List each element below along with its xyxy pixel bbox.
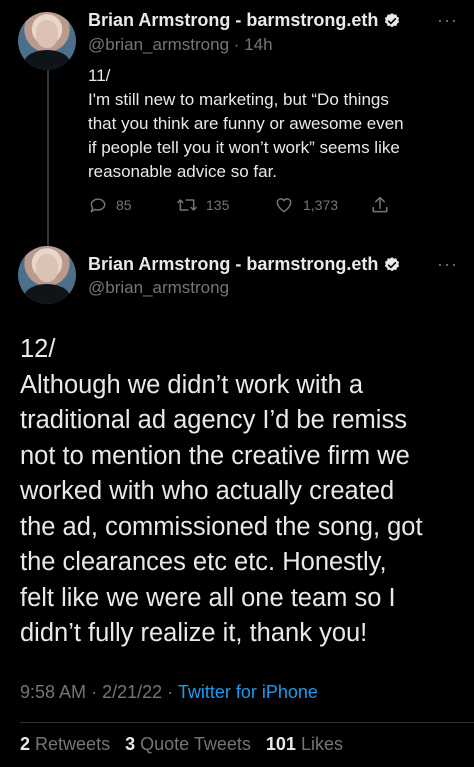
tweet-text-line: traditional ad agency I’d be remiss	[20, 406, 407, 434]
share-icon	[372, 196, 388, 213]
retweet-count: 135	[206, 197, 230, 213]
tweet-source-link[interactable]: Twitter for iPhone	[178, 682, 318, 702]
author-handle[interactable]: @brian_armstrong	[88, 278, 229, 297]
tweet-text-line: worked with who actually created	[20, 477, 395, 505]
retweet-button[interactable]: 135	[176, 195, 229, 215]
quote-tweets-count: 3	[125, 734, 136, 754]
reply-icon	[90, 198, 106, 213]
share-button[interactable]	[370, 194, 398, 216]
tweet-text-line: not to mention the creative firm we	[20, 441, 410, 470]
retweets-stat[interactable]: 2 Retweets	[20, 734, 110, 754]
likes-stat[interactable]: 101 Likes	[266, 734, 343, 754]
avatar-shirt	[24, 284, 70, 304]
tweet-text-line: I'm still new to marketing, but “Do thin…	[88, 90, 389, 109]
engagement-stats: 2 Retweets 3 Quote Tweets 101 Likes	[20, 734, 343, 755]
tweet-timestamp[interactable]: 14h	[244, 35, 272, 54]
heart-icon	[276, 198, 292, 213]
more-options-icon[interactable]: ···	[437, 10, 458, 31]
tweet-time[interactable]: 9:58 AM	[20, 682, 86, 702]
quote-tweets-stat[interactable]: 3 Quote Tweets	[125, 734, 251, 754]
reply-button[interactable]: 85	[88, 195, 132, 215]
divider	[20, 722, 474, 723]
author-handle[interactable]: @brian_armstrong	[88, 35, 229, 54]
verified-badge-icon	[383, 256, 401, 274]
tweet2-text: 12/ Although we didn’t work with a tradi…	[20, 332, 464, 652]
tweet-text-line: the clearances etc etc. Honestly,	[20, 548, 387, 576]
retweets-label: Retweets	[35, 734, 111, 754]
avatar-shirt	[24, 50, 70, 70]
tweet-text-line: 12/	[20, 335, 56, 363]
tweet-text-line: that you think are funny or awesome even	[88, 114, 404, 133]
retweet-icon	[177, 199, 197, 211]
tweet-text-line: 11/	[88, 66, 111, 85]
thread-connector-line	[47, 70, 49, 248]
avatar-head	[36, 20, 58, 48]
reply-count: 85	[116, 197, 132, 213]
like-count: 1,373	[303, 197, 339, 213]
author-display-name[interactable]: Brian Armstrong - barmstrong.eth	[88, 254, 378, 275]
tweet1-action-bar: 85 135 1,373	[88, 192, 398, 218]
retweets-count: 2	[20, 734, 31, 754]
tweet-text-line: didn’t fully realize it, thank you!	[20, 619, 368, 647]
separator-dot: ·	[167, 682, 174, 702]
tweet2-handle-row: @brian_armstrong	[88, 278, 229, 298]
quote-tweets-label: Quote Tweets	[140, 734, 251, 754]
tweet-text-line: the ad, commissioned the song, got	[20, 512, 423, 541]
verified-badge-icon	[383, 12, 401, 30]
author-display-name[interactable]: Brian Armstrong - barmstrong.eth	[88, 10, 378, 31]
separator-dot: ·	[91, 682, 98, 702]
tweet-text-line: reasonable advice so far.	[88, 162, 278, 181]
avatar[interactable]	[18, 246, 76, 304]
likes-label: Likes	[300, 734, 343, 754]
tweet1-author-row: Brian Armstrong - barmstrong.eth	[88, 10, 401, 31]
tweet-text-line: Although we didn’t work with a	[20, 370, 364, 399]
tweet2-author-row: Brian Armstrong - barmstrong.eth	[88, 254, 401, 275]
avatar[interactable]	[18, 12, 76, 70]
separator-dot: ·	[233, 35, 240, 54]
tweet-date[interactable]: 2/21/22	[102, 682, 162, 702]
likes-count: 101	[265, 734, 296, 754]
tweet1-text: 11/ I'm still new to marketing, but “Do …	[88, 64, 468, 184]
tweet1-handle-row: @brian_armstrong · 14h	[88, 35, 273, 55]
tweet-text-line: if people tell you it won’t work” seems …	[88, 138, 400, 157]
more-options-icon[interactable]: ···	[437, 254, 458, 275]
tweet-text-line: felt like we were all one team so I	[20, 583, 396, 612]
like-button[interactable]: 1,373	[273, 195, 338, 215]
tweet-metadata: 9:58 AM · 2/21/22 · Twitter for iPhone	[20, 682, 318, 703]
avatar-head	[36, 254, 58, 282]
